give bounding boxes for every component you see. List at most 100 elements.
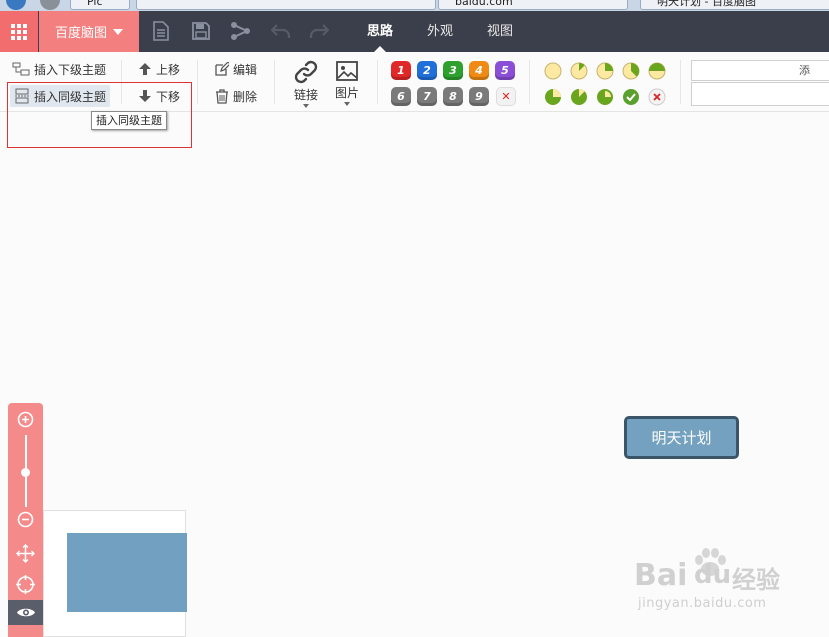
insert-child-label: 插入下级主题 <box>34 62 107 77</box>
save-icon <box>192 22 210 40</box>
edit-button[interactable]: 编辑 <box>211 58 261 80</box>
insert-child-icon <box>12 62 30 76</box>
redo-button[interactable] <box>308 20 330 42</box>
browser-back-icon[interactable] <box>6 0 26 10</box>
browser-address-bar[interactable] <box>136 0 436 10</box>
link-label: 链接 <box>293 88 318 102</box>
ribbon-divider <box>680 60 681 104</box>
baidu-jingyan-watermark: Bai du 经验 jingyan.baidu.com <box>632 548 822 624</box>
undo-button[interactable] <box>270 20 292 42</box>
edit-label: 编辑 <box>233 62 258 77</box>
browser-tab-strip: Pic baidu.com 明天计划 - 百度脑图 <box>0 0 829 11</box>
resource-add-input[interactable]: 添 <box>691 60 829 81</box>
grid-icon <box>11 23 27 40</box>
insert-sibling-label: 插入同级主题 <box>33 89 106 104</box>
apps-menu-button[interactable] <box>0 11 38 52</box>
priority-7-button[interactable]: 7 <box>417 87 437 106</box>
zoom-slider-handle[interactable] <box>21 468 30 477</box>
arrow-down-icon <box>139 90 151 102</box>
document-icon <box>153 21 169 41</box>
watermark-url: jingyan.baidu.com <box>638 596 767 611</box>
link-icon <box>294 60 318 84</box>
save-button[interactable] <box>190 20 212 42</box>
brand-menu-button[interactable]: 百度脑图 <box>39 11 139 52</box>
root-node-label: 明天计划 <box>651 429 712 447</box>
undo-icon <box>271 24 291 38</box>
ribbon-divider <box>274 60 275 104</box>
redo-icon <box>309 24 329 38</box>
ribbon-divider <box>197 60 198 104</box>
move-down-button[interactable]: 下移 <box>134 85 184 107</box>
browser-tab[interactable]: Pic <box>70 0 130 10</box>
target-icon <box>16 575 35 594</box>
app-topbar: 百度脑图 思路 外观 视图 <box>0 11 829 52</box>
ribbon-toolbar: 插入下级主题 插入同级主题 上移 下移 编辑 删除 链接 图片 1 2 3 4 … <box>0 52 829 112</box>
priority-8-button[interactable]: 8 <box>443 87 463 106</box>
brand-label: 百度脑图 <box>54 26 107 41</box>
share-icon <box>231 22 250 40</box>
delete-label: 删除 <box>233 89 258 104</box>
priority-remove-button[interactable]: ✕ <box>496 87 516 106</box>
zoom-out-icon <box>17 511 34 528</box>
zoom-out-button[interactable] <box>15 509 36 530</box>
image-icon <box>336 61 358 81</box>
zoom-in-icon <box>17 411 34 428</box>
hand-move-button[interactable] <box>15 543 36 564</box>
eye-icon <box>16 608 35 617</box>
insert-child-button[interactable]: 插入下级主题 <box>8 58 110 80</box>
priority-4-button[interactable]: 4 <box>469 61 489 80</box>
trash-icon <box>216 88 228 104</box>
tab-idea[interactable]: 思路 <box>358 11 402 52</box>
caret-down-icon <box>113 28 123 35</box>
watermark-bai: Bai <box>634 558 688 593</box>
progress-5-button[interactable] <box>544 88 562 106</box>
browser-forward-icon[interactable] <box>40 0 60 10</box>
progress-4-button[interactable] <box>648 62 666 80</box>
mindmap-root-node[interactable]: 明天计划 <box>624 416 739 459</box>
watermark-du: du <box>694 560 732 590</box>
priority-6-button[interactable]: 6 <box>391 87 411 106</box>
progress-remove-button[interactable] <box>648 88 666 106</box>
ribbon-divider <box>529 60 530 104</box>
caret-down-icon <box>303 104 309 108</box>
move-up-button[interactable]: 上移 <box>134 58 184 80</box>
insert-sibling-icon <box>14 88 29 104</box>
watermark-jingyan: 经验 <box>732 566 780 594</box>
zoom-in-button[interactable] <box>15 409 36 430</box>
priority-5-button[interactable]: 5 <box>495 61 515 80</box>
progress-done-button[interactable] <box>622 88 640 106</box>
ribbon-divider <box>377 60 378 104</box>
image-button[interactable]: 图片 <box>330 60 364 110</box>
progress-2-button[interactable] <box>596 62 614 80</box>
arrow-up-icon <box>139 63 151 75</box>
resource-list[interactable] <box>691 82 829 106</box>
progress-1-button[interactable] <box>570 62 588 80</box>
progress-3-button[interactable] <box>622 62 640 80</box>
navigator-viewport[interactable] <box>67 533 187 612</box>
locate-root-button[interactable] <box>15 574 36 595</box>
tab-view[interactable]: 视图 <box>478 11 522 52</box>
move-down-label: 下移 <box>156 89 181 104</box>
new-file-button[interactable] <box>150 20 172 42</box>
priority-1-button[interactable]: 1 <box>391 61 411 80</box>
browser-tab[interactable]: baidu.com <box>438 0 628 10</box>
link-button[interactable]: 链接 <box>289 60 323 110</box>
priority-3-button[interactable]: 3 <box>443 61 463 80</box>
edit-icon <box>215 62 229 76</box>
zoom-pane <box>8 403 43 637</box>
caret-down-icon <box>344 102 350 106</box>
move-arrows-icon <box>16 544 35 563</box>
delete-button[interactable]: 删除 <box>211 85 261 107</box>
browser-tab-active[interactable]: 明天计划 - 百度脑图 <box>640 0 829 10</box>
tab-appearance[interactable]: 外观 <box>418 11 462 52</box>
navigator-panel[interactable] <box>43 510 187 637</box>
ribbon-divider <box>121 60 122 104</box>
insert-sibling-button[interactable]: 插入同级主题 <box>10 85 110 107</box>
priority-9-button[interactable]: 9 <box>469 87 489 106</box>
progress-7-button[interactable] <box>596 88 614 106</box>
priority-2-button[interactable]: 2 <box>417 61 437 80</box>
progress-6-button[interactable] <box>570 88 588 106</box>
navigator-toggle-button[interactable] <box>8 600 43 625</box>
progress-0-button[interactable] <box>544 62 562 80</box>
share-button[interactable] <box>230 20 252 42</box>
